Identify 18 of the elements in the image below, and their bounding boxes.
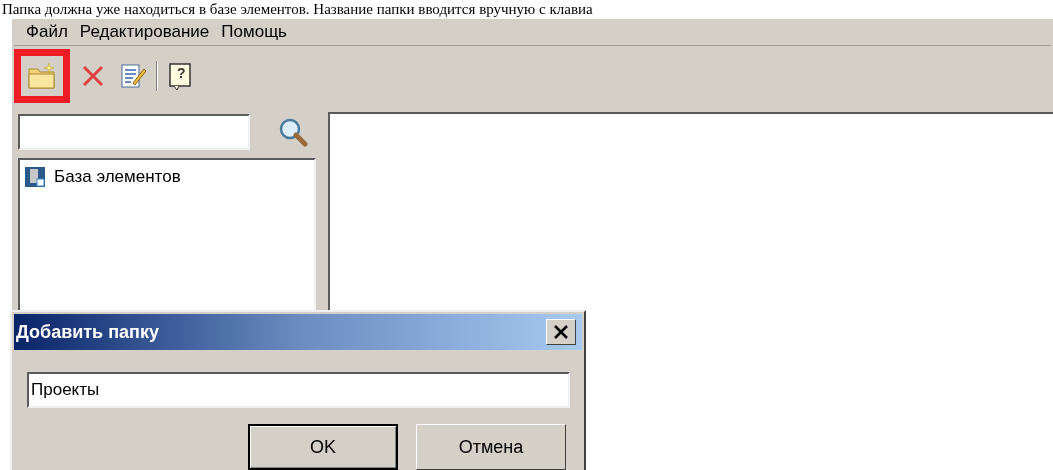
caption: Папка должна уже находиться в базе элементов. Название папки вводится вручную с клавиа <box>1 0 593 18</box>
menu-item[interactable]: Помощь <box>221 19 287 45</box>
search-field[interactable] <box>18 114 250 150</box>
ok-button[interactable]: OK <box>248 424 398 470</box>
folder-name-field[interactable]: Проекты <box>27 372 570 408</box>
dialog-title: Добавить папку <box>16 320 160 344</box>
new-folder-icon <box>27 61 57 91</box>
question-mark: ? <box>177 66 186 80</box>
database-icon <box>24 165 46 188</box>
close-icon <box>554 325 568 339</box>
search-icon[interactable] <box>278 117 308 147</box>
edit-icon <box>118 61 148 91</box>
menu-item[interactable]: Редактирование <box>79 19 210 45</box>
toolbar-button[interactable] <box>21 56 63 96</box>
close-button[interactable] <box>546 319 576 345</box>
tree-item[interactable]: База элементов <box>54 164 181 190</box>
cancel-button[interactable]: Отмена <box>416 424 566 470</box>
menu-item[interactable]: Файл <box>26 19 68 45</box>
